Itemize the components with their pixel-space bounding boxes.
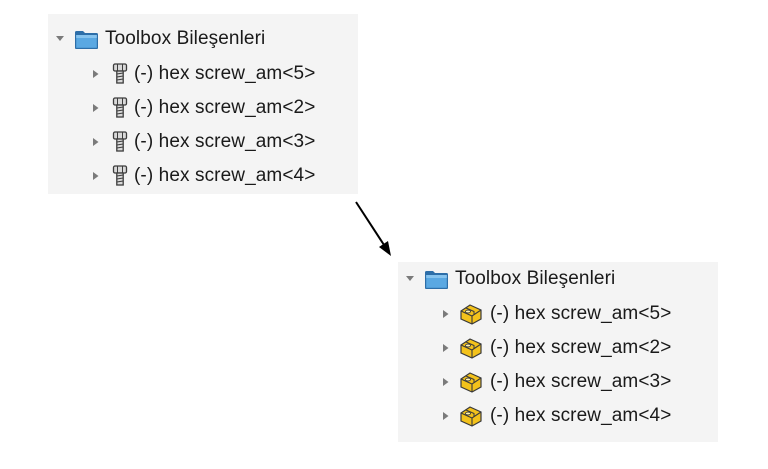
part-icon: [460, 304, 482, 325]
tree-item[interactable]: (-) hex screw_am<4>: [48, 159, 358, 193]
screw-icon: [112, 97, 128, 118]
expand-triangle-icon[interactable]: [90, 103, 102, 113]
screw-icon: [112, 165, 128, 186]
tree-item[interactable]: (-) hex screw_am<4>: [398, 399, 718, 433]
expand-triangle-icon[interactable]: [440, 377, 452, 387]
part-icon: [460, 372, 482, 393]
tree-item[interactable]: (-) hex screw_am<2>: [398, 331, 718, 365]
expand-triangle-icon[interactable]: [90, 69, 102, 79]
tree-item-label: (-) hex screw_am<3>: [134, 131, 316, 152]
tree-item-label: (-) hex screw_am<5>: [134, 63, 316, 84]
collapse-triangle-icon[interactable]: [404, 275, 416, 283]
expand-triangle-icon[interactable]: [440, 309, 452, 319]
tree-item-label: (-) hex screw_am<5>: [490, 303, 672, 324]
expand-triangle-icon[interactable]: [440, 343, 452, 353]
tree-item-label: (-) hex screw_am<2>: [134, 97, 316, 118]
tree-folder-toolbox[interactable]: Toolbox Bileşenleri: [48, 22, 358, 56]
tree-item[interactable]: (-) hex screw_am<3>: [48, 125, 358, 159]
folder-label: Toolbox Bileşenleri: [105, 28, 266, 49]
screw-icon: [112, 63, 128, 84]
tree-folder-toolbox[interactable]: Toolbox Bileşenleri: [398, 262, 718, 296]
part-icon: [460, 338, 482, 359]
tree-item[interactable]: (-) hex screw_am<5>: [48, 57, 358, 91]
tree-item[interactable]: (-) hex screw_am<5>: [398, 297, 718, 331]
folder-icon: [75, 30, 98, 49]
expand-triangle-icon[interactable]: [440, 411, 452, 421]
feature-tree-before: Toolbox Bileşenleri (-) hex screw_am<5> …: [48, 14, 358, 194]
collapse-triangle-icon[interactable]: [54, 35, 66, 43]
arrow-icon: [355, 201, 391, 256]
tree-item-label: (-) hex screw_am<2>: [490, 337, 672, 358]
folder-label: Toolbox Bileşenleri: [455, 268, 616, 289]
part-icon: [460, 406, 482, 427]
screw-icon: [112, 131, 128, 152]
tree-item[interactable]: (-) hex screw_am<2>: [48, 91, 358, 125]
tree-item-label: (-) hex screw_am<4>: [490, 405, 672, 426]
expand-triangle-icon[interactable]: [90, 171, 102, 181]
folder-icon: [425, 270, 448, 289]
tree-item-label: (-) hex screw_am<3>: [490, 371, 672, 392]
feature-tree-after: Toolbox Bileşenleri (-) hex screw_am<5> …: [398, 262, 718, 442]
tree-item[interactable]: (-) hex screw_am<3>: [398, 365, 718, 399]
tree-item-label: (-) hex screw_am<4>: [134, 165, 316, 186]
expand-triangle-icon[interactable]: [90, 137, 102, 147]
